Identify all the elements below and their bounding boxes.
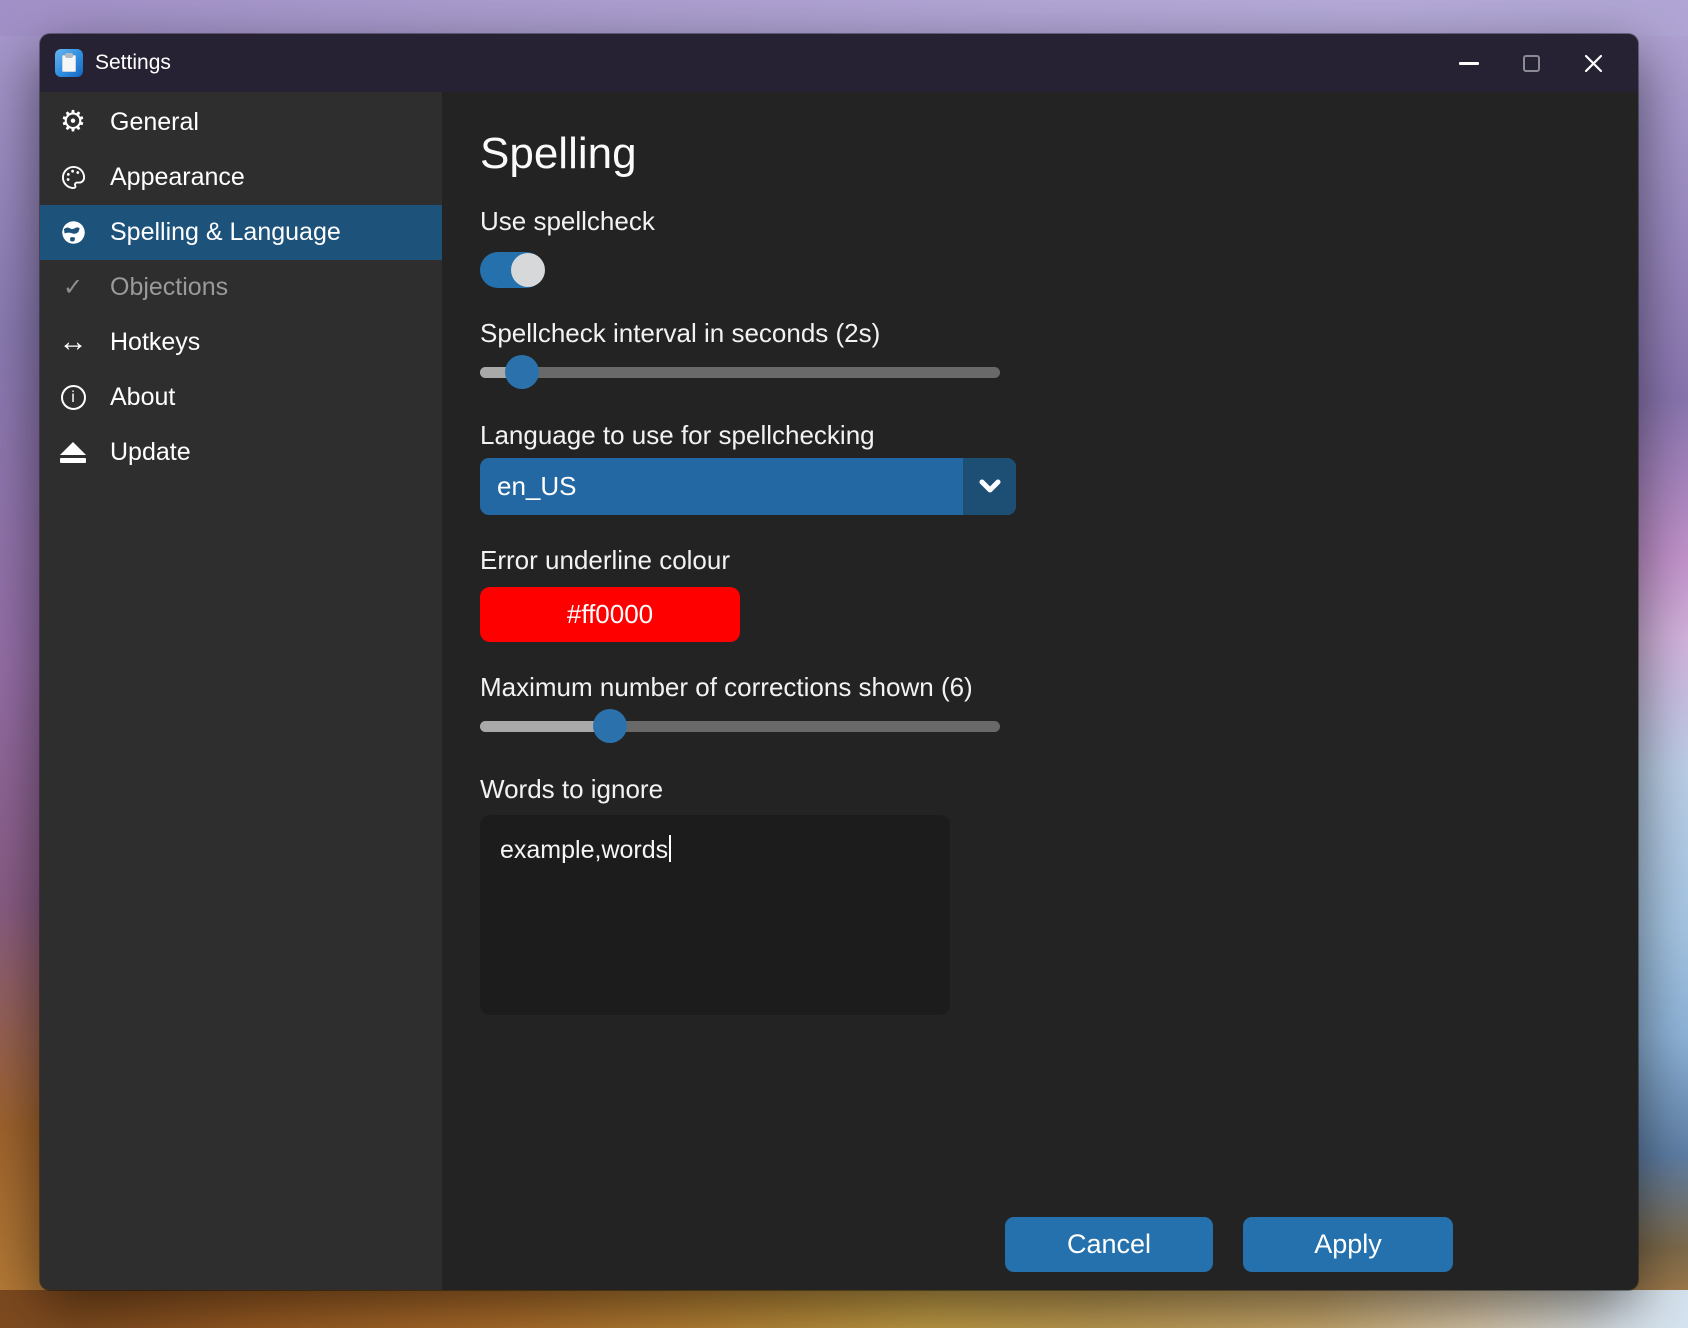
sidebar: ⚙ General Appearance xyxy=(40,92,442,1290)
minimize-icon xyxy=(1459,62,1479,65)
max-corrections-label: Maximum number of corrections shown (6) xyxy=(480,672,1598,702)
window-body: ⚙ General Appearance xyxy=(40,92,1638,1290)
use-spellcheck-toggle[interactable] xyxy=(480,252,544,288)
sidebar-item-hotkeys[interactable]: ↔ Hotkeys xyxy=(40,315,442,370)
cancel-button-label: Cancel xyxy=(1067,1229,1151,1260)
maximize-icon xyxy=(1523,55,1540,72)
toggle-knob xyxy=(511,253,545,287)
close-button[interactable] xyxy=(1562,41,1624,85)
words-to-ignore-input[interactable]: example,words xyxy=(480,815,950,1015)
max-corrections-slider[interactable] xyxy=(480,708,1000,744)
apply-button-label: Apply xyxy=(1314,1229,1382,1260)
app-icon xyxy=(55,49,83,77)
interval-label: Spellcheck interval in seconds (2s) xyxy=(480,318,1598,348)
settings-window: Settings ⚙ General xyxy=(40,34,1638,1290)
sidebar-item-label: Update xyxy=(110,438,191,467)
dropdown-chevron-zone xyxy=(963,458,1016,515)
close-icon xyxy=(1582,52,1605,75)
desktop: Settings ⚙ General xyxy=(0,0,1688,1328)
cancel-button[interactable]: Cancel xyxy=(1005,1217,1213,1272)
sidebar-item-spelling-language[interactable]: Spelling & Language xyxy=(40,205,442,260)
words-to-ignore-value: example,words xyxy=(500,836,668,864)
language-dropdown-value: en_US xyxy=(480,471,577,502)
apply-button[interactable]: Apply xyxy=(1243,1217,1453,1272)
minimize-button[interactable] xyxy=(1438,41,1500,85)
sidebar-item-about[interactable]: i About xyxy=(40,370,442,425)
text-caret xyxy=(669,835,671,862)
language-dropdown[interactable]: en_US xyxy=(480,458,1016,515)
error-colour-button[interactable]: #ff0000 xyxy=(480,587,740,642)
arrows-icon: ↔ xyxy=(57,328,89,357)
sidebar-item-update[interactable]: Update xyxy=(40,425,442,480)
maximize-button[interactable] xyxy=(1500,41,1562,85)
language-label: Language to use for spellchecking xyxy=(480,420,1598,450)
slider-track xyxy=(480,367,1000,378)
check-icon: ✓ xyxy=(57,276,89,300)
sidebar-item-label: Hotkeys xyxy=(110,328,200,357)
interval-slider[interactable] xyxy=(480,354,1000,390)
chevron-down-icon xyxy=(978,479,1002,495)
palette-icon xyxy=(57,164,89,191)
titlebar: Settings xyxy=(40,34,1638,92)
interval-slider-thumb[interactable] xyxy=(505,355,539,389)
gear-icon: ⚙ xyxy=(57,108,89,137)
sidebar-item-label: Objections xyxy=(110,273,228,302)
eject-icon xyxy=(57,442,89,463)
max-corrections-slider-thumb[interactable] xyxy=(593,709,627,743)
error-colour-value: #ff0000 xyxy=(567,599,653,630)
info-icon: i xyxy=(57,385,89,410)
globe-icon xyxy=(57,219,89,246)
sidebar-item-objections[interactable]: ✓ Objections xyxy=(40,260,442,315)
page-title: Spelling xyxy=(480,132,1598,176)
spelling-panel: Spelling Use spellcheck Spellcheck inter… xyxy=(442,92,1638,1290)
sidebar-item-label: About xyxy=(110,383,175,412)
desktop-wallpaper-top xyxy=(0,0,1688,36)
slider-fill xyxy=(480,721,610,732)
error-colour-label: Error underline colour xyxy=(480,545,1598,575)
use-spellcheck-label: Use spellcheck xyxy=(480,206,1598,236)
sidebar-item-label: Appearance xyxy=(110,163,245,192)
words-to-ignore-label: Words to ignore xyxy=(480,774,1598,804)
sidebar-item-label: Spelling & Language xyxy=(110,218,341,247)
window-title: Settings xyxy=(95,51,171,75)
window-controls xyxy=(1438,41,1624,85)
sidebar-item-label: General xyxy=(110,108,199,137)
sidebar-item-appearance[interactable]: Appearance xyxy=(40,150,442,205)
sidebar-item-general[interactable]: ⚙ General xyxy=(40,95,442,150)
desktop-wallpaper-bottom xyxy=(0,1290,1688,1328)
